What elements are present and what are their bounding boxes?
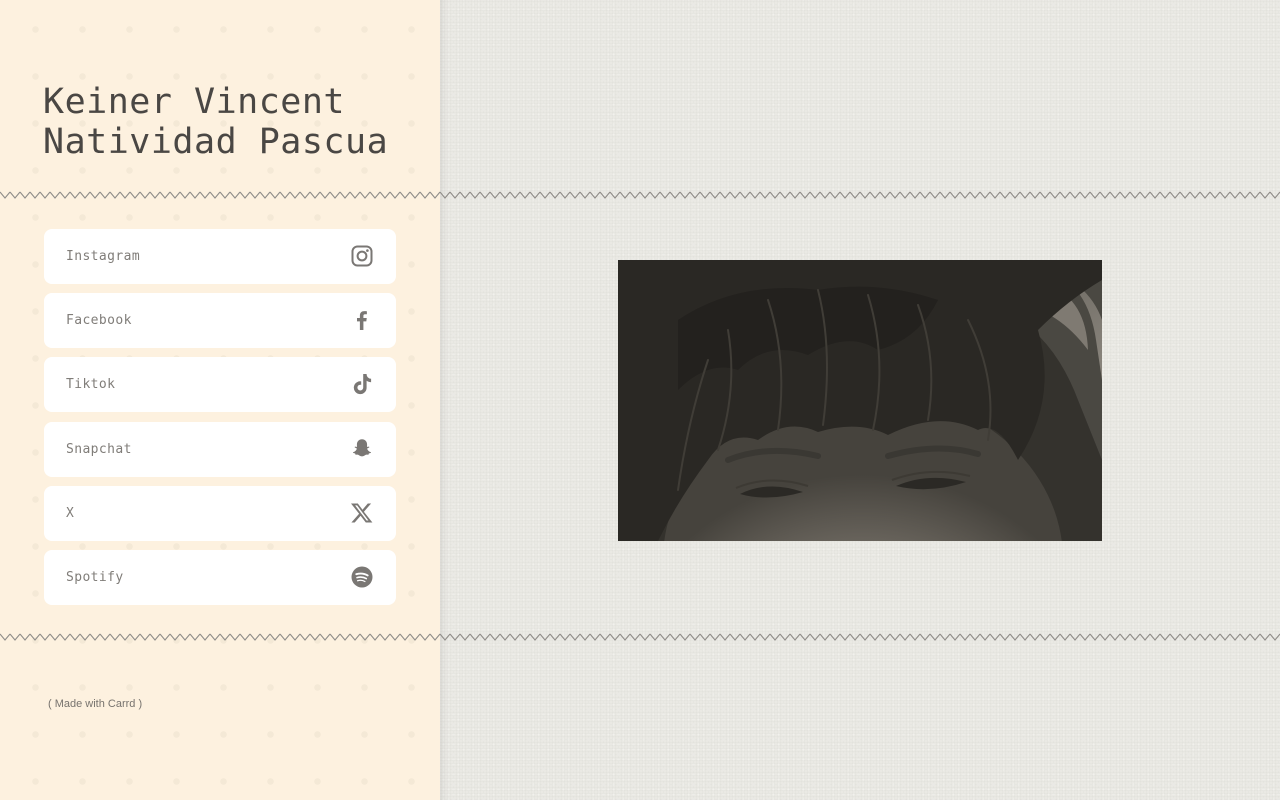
made-with-carrd-link[interactable]: ( Made with Carrd ) xyxy=(48,698,142,710)
instagram-link-button[interactable]: Instagram xyxy=(44,229,396,284)
page-title: Keiner Vincent Natividad Pascua xyxy=(43,82,433,162)
snapchat-link-label: Snapchat xyxy=(66,441,132,457)
profile-photo xyxy=(618,260,1102,541)
instagram-link-label: Instagram xyxy=(66,249,141,264)
snapchat-link-button[interactable]: Snapchat xyxy=(44,421,396,477)
title-line-2: Natividad Pascua xyxy=(43,122,389,162)
facebook-icon xyxy=(350,308,374,332)
tiktok-icon xyxy=(350,372,374,396)
x-icon xyxy=(350,501,374,525)
social-links: Instagram Facebook Tiktok Snapchat X Spo… xyxy=(44,229,396,614)
zigzag-divider-bottom xyxy=(0,632,1280,642)
x-link-button[interactable]: X xyxy=(44,485,396,541)
instagram-icon xyxy=(350,244,374,268)
spotify-icon xyxy=(350,565,374,589)
x-link-label: X xyxy=(66,505,75,521)
tiktok-link-label: Tiktok xyxy=(66,377,116,393)
facebook-link-button[interactable]: Facebook xyxy=(44,293,396,349)
tiktok-link-button[interactable]: Tiktok xyxy=(44,357,396,413)
spotify-link-label: Spotify xyxy=(66,569,124,585)
facebook-link-label: Facebook xyxy=(66,313,132,329)
title-line-1: Keiner Vincent xyxy=(43,82,346,122)
zigzag-divider-top xyxy=(0,190,1280,200)
snapchat-icon xyxy=(350,437,374,461)
spotify-link-button[interactable]: Spotify xyxy=(44,549,396,605)
